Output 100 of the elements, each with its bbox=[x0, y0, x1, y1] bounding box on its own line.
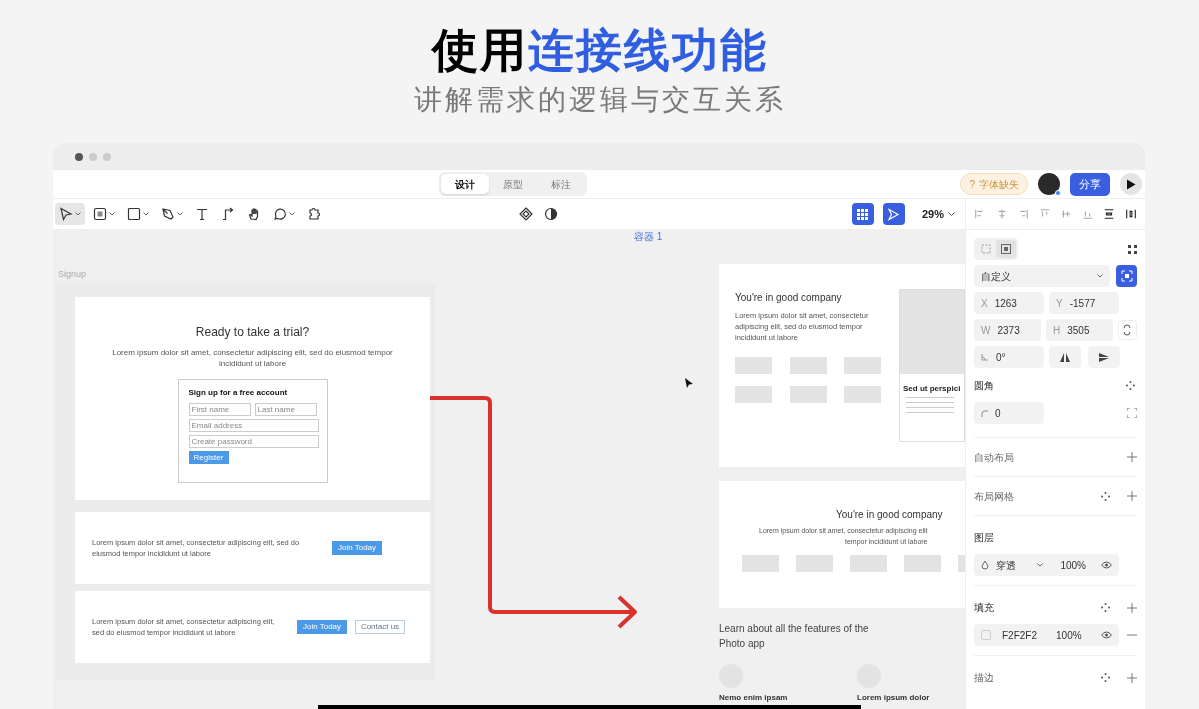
flip-vertical-button[interactable] bbox=[1088, 346, 1120, 368]
logo-placeholder bbox=[904, 555, 941, 572]
style-icon[interactable] bbox=[1126, 381, 1135, 390]
prototype-button[interactable] bbox=[882, 203, 905, 225]
plus-icon[interactable] bbox=[1127, 452, 1137, 462]
layer-blend-field[interactable]: 穿透 100% bbox=[974, 554, 1119, 576]
constrain-button[interactable] bbox=[1117, 320, 1137, 340]
preset-dropdown[interactable]: 自定义 bbox=[974, 265, 1111, 287]
feature-title: Nemo enim ipsam bbox=[719, 693, 788, 703]
logo-placeholder bbox=[796, 555, 833, 572]
input-field[interactable]: Last name bbox=[254, 403, 317, 416]
card-text: Lorem ipsum dolor sit amet, consectetur adipiscing elit, sed do eiusmod tempor incididunt ut labore bbox=[111, 347, 394, 369]
join-button[interactable]: Join Today bbox=[297, 620, 347, 634]
tool-button[interactable] bbox=[55, 203, 85, 225]
drop-icon bbox=[981, 560, 989, 570]
canvas[interactable] bbox=[53, 230, 965, 709]
contact-button[interactable]: Contact us bbox=[355, 620, 405, 634]
flip-horizontal-icon bbox=[1060, 352, 1070, 362]
logo-placeholder bbox=[735, 386, 772, 403]
frame-icon bbox=[1001, 244, 1011, 254]
mode-tab[interactable]: 标注 bbox=[537, 174, 585, 194]
height-field[interactable]: H 3505 bbox=[1046, 319, 1113, 341]
style-icon[interactable] bbox=[1101, 603, 1110, 612]
y-field[interactable]: Y -1577 bbox=[1049, 292, 1119, 314]
link-icon bbox=[1123, 324, 1132, 336]
section-label: 图层 bbox=[974, 531, 995, 545]
zoom-dropdown[interactable]: 29% bbox=[921, 205, 955, 223]
pen-icon bbox=[161, 207, 175, 221]
plugin-icon bbox=[307, 207, 321, 221]
text-icon bbox=[195, 207, 209, 221]
logo-placeholder bbox=[742, 555, 779, 572]
eye-icon[interactable] bbox=[1101, 561, 1112, 569]
card-heading: You're in good company bbox=[836, 508, 944, 522]
fit-button[interactable] bbox=[1116, 265, 1137, 287]
input-field[interactable]: First name bbox=[188, 403, 251, 416]
chevron-down-icon bbox=[75, 212, 81, 216]
mode-tab[interactable]: 设计 bbox=[441, 174, 489, 194]
chevron-down-icon bbox=[143, 212, 149, 216]
plus-icon[interactable] bbox=[1127, 672, 1137, 683]
align-icon[interactable] bbox=[1103, 208, 1116, 220]
section-label: 布局网格 bbox=[974, 489, 1015, 504]
comment-icon bbox=[273, 207, 287, 221]
logo-placeholder bbox=[850, 555, 887, 572]
style-icon[interactable] bbox=[1101, 491, 1110, 501]
hand-icon bbox=[247, 207, 261, 221]
contrast-icon[interactable] bbox=[544, 207, 558, 221]
align-icon[interactable] bbox=[1124, 208, 1137, 220]
corners-icon[interactable] bbox=[1127, 408, 1137, 418]
frame-label: Signup bbox=[58, 268, 87, 281]
subheadline: 讲解需求的逻辑与交互关系 bbox=[413, 82, 786, 118]
angle-icon bbox=[981, 353, 989, 361]
eye-icon[interactable] bbox=[1101, 631, 1112, 639]
avatar[interactable] bbox=[1038, 173, 1060, 195]
section-label: 自动布局 bbox=[974, 450, 1015, 465]
question-icon: ? bbox=[969, 176, 975, 192]
grid-button[interactable] bbox=[851, 203, 874, 225]
pointer-icon bbox=[59, 207, 73, 221]
form-title: Sign up for a free account bbox=[188, 388, 289, 398]
connector-arrow[interactable] bbox=[430, 396, 637, 629]
component-icon[interactable] bbox=[519, 207, 533, 221]
x-field[interactable]: X 1263 bbox=[974, 292, 1044, 314]
chevron-down-icon bbox=[1097, 274, 1104, 278]
rectangle-icon bbox=[127, 207, 141, 221]
frame-icon bbox=[93, 207, 107, 221]
join-button[interactable]: Join Today bbox=[332, 541, 382, 555]
frame-mode-button[interactable] bbox=[996, 240, 1016, 258]
logo-placeholder bbox=[735, 357, 772, 374]
plus-icon[interactable] bbox=[1127, 602, 1137, 613]
style-icon[interactable] bbox=[1101, 673, 1110, 682]
logo-placeholder bbox=[844, 357, 881, 374]
online-status-icon bbox=[1055, 190, 1061, 196]
container-label: 容器 1 bbox=[634, 231, 663, 243]
input-field[interactable]: Create password bbox=[188, 435, 319, 448]
width-field[interactable]: W 2373 bbox=[974, 319, 1041, 341]
rotation-field[interactable]: 0° bbox=[974, 346, 1044, 368]
grid-icon bbox=[857, 208, 869, 220]
section-label: 圆角 bbox=[974, 379, 995, 393]
register-button[interactable]: Register bbox=[188, 451, 229, 464]
mode-tab[interactable]: 原型 bbox=[489, 174, 537, 194]
dashed-square-icon bbox=[981, 244, 991, 254]
collapse-icon[interactable] bbox=[1128, 244, 1137, 254]
radius-field[interactable]: 0 bbox=[974, 402, 1044, 424]
info-card-title: Sed ut perspici bbox=[903, 384, 962, 394]
logo-placeholder bbox=[790, 386, 827, 403]
plus-icon[interactable] bbox=[1127, 491, 1137, 501]
headline: 使用连接线功能 bbox=[431, 22, 768, 78]
chevron-down-icon bbox=[948, 211, 955, 217]
feature-title: Lorem ipsum dolor bbox=[857, 693, 930, 703]
share-button[interactable]: 分享 bbox=[1070, 172, 1110, 196]
flip-horizontal-button[interactable] bbox=[1049, 346, 1081, 368]
chevron-down-icon bbox=[289, 212, 295, 216]
input-field[interactable]: Email address bbox=[188, 419, 319, 432]
fill-field[interactable]: F2F2F2 100% bbox=[974, 624, 1119, 646]
chevron-down-icon bbox=[177, 212, 183, 216]
corner-icon bbox=[981, 409, 988, 417]
section-label: 描边 bbox=[974, 671, 995, 685]
card-heading: Ready to take a trial? bbox=[195, 324, 310, 341]
connector-icon bbox=[221, 207, 235, 221]
play-button[interactable] bbox=[1120, 173, 1142, 195]
chevron-down-icon bbox=[109, 212, 115, 216]
